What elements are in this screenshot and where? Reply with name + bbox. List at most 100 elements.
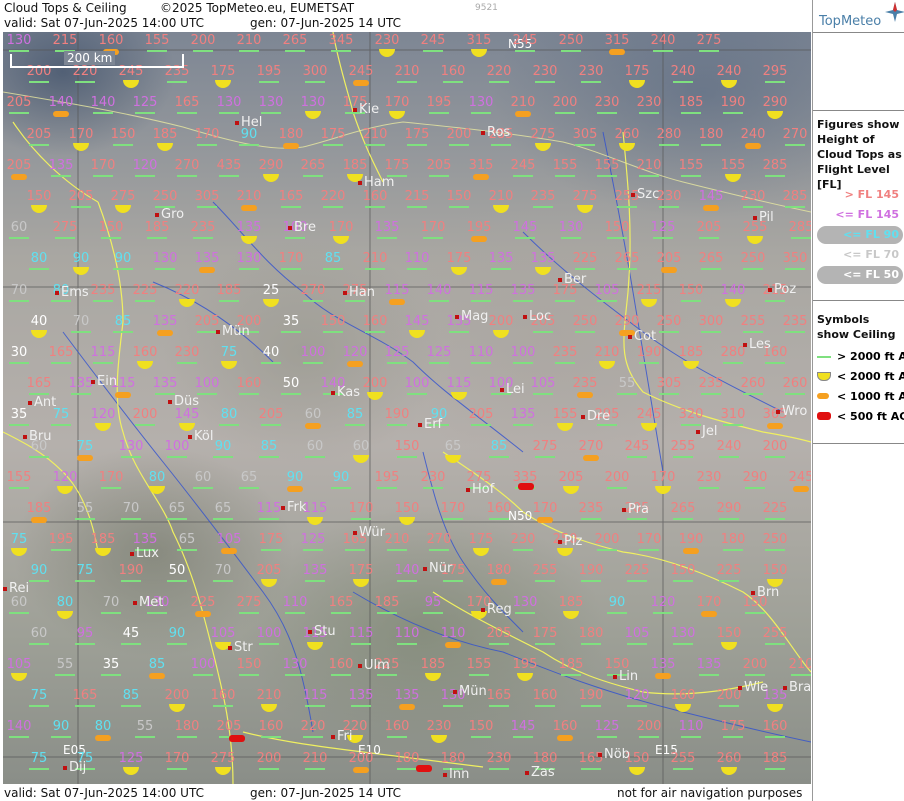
city-label: Bre [288,220,316,235]
ceiling-green-symbol [303,736,323,739]
city-name: Stu [314,624,336,639]
ceiling-green-symbol [429,174,449,177]
ceiling-green-symbol [75,580,95,583]
flight-level-text: 230 [594,95,620,111]
satellite-map[interactable]: N55 N50 E05 E10 E15 130 215 160 155 200 210 26… [3,32,811,784]
flight-level-text: 85 [148,657,166,672]
cloud-top-value: 95 [67,626,103,645]
cloud-top-value: 160 [253,720,289,739]
ceiling-green-symbol [135,174,155,177]
flight-level-text: 170 [68,126,94,142]
ceiling-green-symbol [513,174,533,177]
cloud-top-value: 185 [553,595,589,619]
ceiling-green-symbol [239,486,259,489]
cloud-top-value: 135 [147,377,183,396]
flight-level-text: 140 [426,282,452,298]
flight-level-text: 155 [6,469,32,485]
cloud-top-value: 235 [573,502,609,520]
ceiling-legend-label: < 500 ft AGL [837,410,904,423]
cloud-top-value: 135 [189,252,225,274]
cloud-top-value: 245 [783,470,811,492]
flight-level-text: 155 [720,157,746,173]
ceiling-green-symbol [743,330,763,333]
ceiling-green-symbol [9,736,29,739]
ceiling-green-symbol [177,112,197,115]
cloud-top-value: 180 [715,533,751,552]
flight-level-text: 275 [210,750,236,766]
cloud-top-value: 290 [711,502,747,520]
cloud-top-value: 270 [573,439,609,461]
cloud-top-value: 260 [609,127,645,151]
flight-level-text: 225 [572,251,598,267]
cloud-top-value: 255 [527,564,563,583]
cloud-top-value: 90 [43,720,79,739]
cloud-top-value: 225 [127,283,163,302]
flight-level-text: 270 [782,126,808,142]
flight-level-text: 225 [624,563,650,579]
cloud-top-value: 260 [735,377,771,396]
cloud-top-value: 185 [415,658,451,681]
ceiling-green-symbol [723,424,743,427]
cloud-top-value: 130 [665,626,701,645]
flight-level-text: 200 [636,719,662,735]
ceiling-green-symbol [449,206,469,208]
cloud-top-value: 70 [63,314,99,333]
flight-level-text: 290 [258,157,284,173]
ceiling-green-symbol [285,237,305,240]
ceiling-orange-symbol [353,766,369,773]
cloud-top-value: 105 [525,377,561,396]
ceiling-legend-title: Symbols show Ceiling [817,313,896,341]
ceiling-green-symbol [397,81,417,84]
cloud-top-value: 125 [645,221,681,240]
flight-level-text: 150 [320,313,346,329]
city-name: Düs [174,394,200,409]
city-marker-icon [455,314,459,319]
cloud-top-value: 130 [277,658,313,676]
flight-level-text: 250 [740,251,766,267]
ceiling-green-symbol [177,362,197,364]
city-marker-icon [168,399,172,404]
flight-level-text: 210 [302,750,328,766]
ceiling-green-symbol [323,143,343,146]
tops-legend-label: <= FL 50 [843,268,899,281]
city-name: Hof [472,482,495,497]
flight-level-text: 210 [510,95,536,111]
cloud-top-value: 175 [205,65,241,89]
ceiling-green-symbol [239,393,259,396]
cloud-top-value: 150 [231,658,267,676]
compass-star-icon [885,2,904,22]
cloud-top-value: 165 [67,689,103,708]
flight-level-text: 35 [10,407,28,423]
ceiling-green-symbol [305,455,325,458]
ceiling-green-symbol [155,268,175,271]
cloud-top-value: 205 [21,127,57,146]
city-label: Gro [155,207,184,222]
city-marker-icon [631,192,635,197]
cloud-top-value: 170 [343,502,379,520]
cloud-top-value: 195 [461,221,497,243]
cloud-top-value: 125 [127,96,163,115]
cloud-top-value: 75 [211,346,247,369]
copyright: ©2025 TopMeteo.eu, EUMETSAT [160,1,355,15]
ceiling-green-symbol [135,299,155,302]
ceiling-legend-label: > 2000 ft AGL [837,350,904,363]
flight-level-text: 85 [260,438,278,454]
cloud-top-value: 270 [169,158,205,177]
flight-level-text: 110 [440,625,466,641]
city-name: Pra [628,502,649,517]
cloud-top-value: 265 [609,252,645,271]
cloud-top-value: 60 [3,595,37,614]
flight-level-text: 230 [532,64,558,80]
cloud-top-value: 245 [507,34,543,52]
flight-level-text: 190 [636,345,662,360]
flight-level-text: 115 [302,688,328,704]
cloud-top-value: 205 [481,626,517,645]
cloud-top-value: 100 [185,658,221,676]
cloud-top-value: 305 [651,377,687,396]
ceiling-orange-symbol [353,80,369,87]
flight-level-text: 210 [236,189,262,204]
ceiling-green-symbol [597,736,617,739]
flight-level-text: 290 [614,313,640,329]
flight-level-text: 40 [262,345,280,360]
cloud-top-value: 235 [185,221,221,240]
